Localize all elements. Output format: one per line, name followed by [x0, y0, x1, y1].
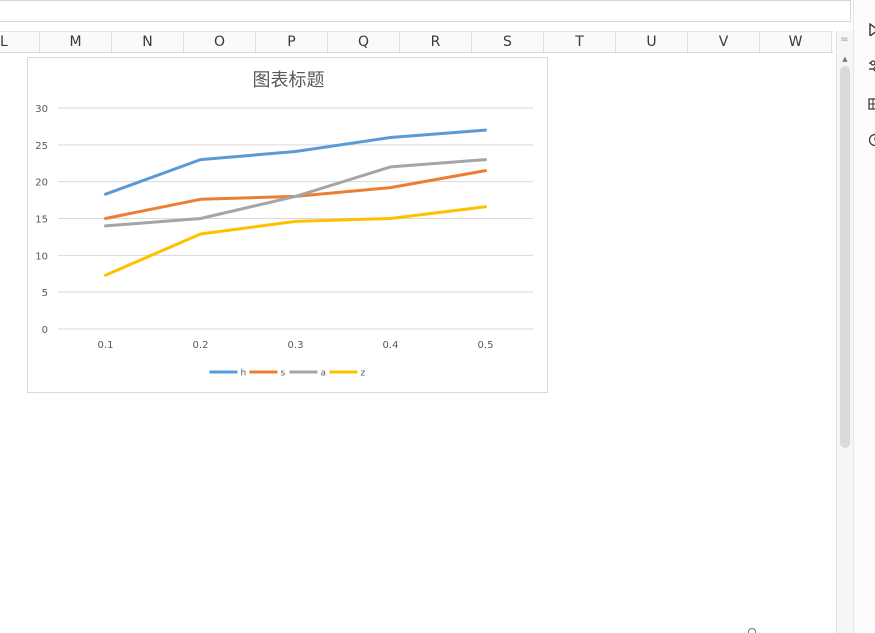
data-point-h[interactable]: [104, 193, 107, 196]
y-tick-label: 25: [35, 141, 48, 152]
series-line-z[interactable]: [104, 205, 487, 277]
y-tick-label: 20: [35, 178, 48, 189]
column-header-s[interactable]: S: [472, 32, 544, 52]
y-tick-label: 30: [35, 104, 48, 115]
column-header-m[interactable]: M: [40, 32, 112, 52]
data-point-s[interactable]: [389, 186, 392, 189]
data-point-z[interactable]: [389, 217, 392, 220]
vertical-scrollbar-thumb[interactable]: [840, 66, 850, 448]
legend-label-a[interactable]: a: [321, 369, 327, 379]
data-point-s[interactable]: [484, 169, 487, 172]
data-point-z[interactable]: [104, 274, 107, 277]
y-tick-label: 15: [35, 215, 48, 226]
series-line-a[interactable]: [104, 158, 487, 228]
history-clock-icon[interactable]: [867, 132, 875, 146]
column-header-v[interactable]: V: [688, 32, 760, 52]
legend-label-z[interactable]: z: [361, 369, 366, 379]
data-point-z[interactable]: [199, 232, 202, 235]
column-header-r[interactable]: R: [400, 32, 472, 52]
column-header-q[interactable]: Q: [328, 32, 400, 52]
data-point-h[interactable]: [484, 129, 487, 132]
side-toolbar: [853, 0, 875, 633]
column-header-p[interactable]: P: [256, 32, 328, 52]
filter-settings-icon[interactable]: [867, 58, 875, 72]
data-point-h[interactable]: [294, 150, 297, 153]
legend-label-h[interactable]: h: [241, 369, 247, 379]
scroll-up-arrow-icon[interactable]: ▲: [838, 53, 852, 65]
data-point-a[interactable]: [484, 158, 487, 161]
x-tick-label: 0.4: [383, 340, 399, 351]
column-header-l[interactable]: L: [0, 32, 40, 52]
y-tick-label: 5: [42, 288, 48, 299]
select-pointer-icon[interactable]: [867, 22, 875, 36]
series-line-h[interactable]: [104, 128, 487, 196]
grid-panel-icon[interactable]: [867, 96, 875, 110]
column-header-o[interactable]: O: [184, 32, 256, 52]
chart-container[interactable]: 图表标题 0 5 10 15 20 25 30 0.1 0.2 0.3 0.4 0.5 h s a z: [27, 57, 548, 393]
data-point-a[interactable]: [389, 165, 392, 168]
formula-bar[interactable]: [0, 0, 851, 22]
data-point-a[interactable]: [104, 224, 107, 227]
column-header-u[interactable]: U: [616, 32, 688, 52]
x-tick-label: 0.1: [98, 340, 114, 351]
column-header-row: LMNOPQRSTUVW: [0, 31, 833, 53]
y-tick-label: 0: [42, 325, 48, 336]
column-header-n[interactable]: N: [112, 32, 184, 52]
x-tick-label: 0.5: [478, 340, 494, 351]
series-line-s[interactable]: [104, 169, 487, 220]
column-header-t[interactable]: T: [544, 32, 616, 52]
line-chart: 0 5 10 15 20 25 30 0.1 0.2 0.3 0.4 0.5 h s a z: [35, 104, 533, 379]
data-point-s[interactable]: [199, 198, 202, 201]
status-indicator-icon: [748, 628, 756, 633]
y-tick-label: 10: [35, 251, 48, 262]
x-tick-label: 0.3: [288, 340, 304, 351]
data-point-a[interactable]: [294, 195, 297, 198]
legend-label-s[interactable]: s: [281, 369, 286, 379]
data-point-h[interactable]: [389, 136, 392, 139]
data-point-h[interactable]: [199, 158, 202, 161]
split-handle-icon[interactable]: =: [837, 31, 852, 53]
data-point-z[interactable]: [294, 220, 297, 223]
data-point-s[interactable]: [104, 217, 107, 220]
x-tick-label: 0.2: [193, 340, 209, 351]
column-header-w[interactable]: W: [760, 32, 832, 52]
data-point-z[interactable]: [484, 205, 487, 208]
data-point-a[interactable]: [199, 217, 202, 220]
